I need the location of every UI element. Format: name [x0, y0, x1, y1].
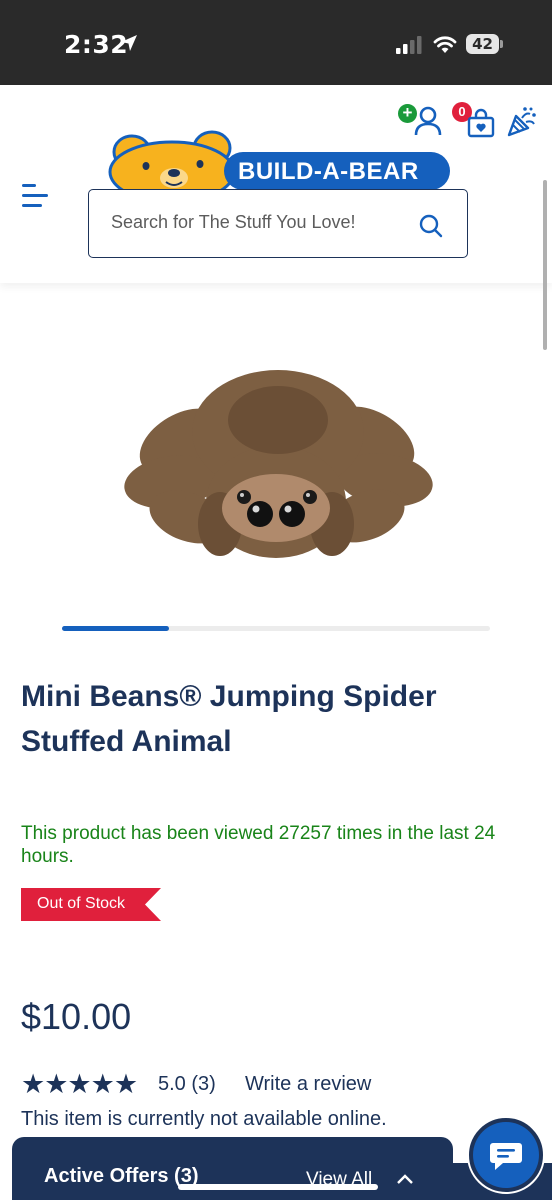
person-icon [414, 106, 442, 136]
menu-icon[interactable] [22, 184, 50, 208]
wifi-icon [433, 36, 457, 53]
location-arrow-icon [121, 35, 137, 51]
bag-icon [467, 108, 495, 138]
page-scrollbar[interactable] [543, 180, 547, 350]
active-offers-bar[interactable]: Active Offers (3) View All [12, 1137, 453, 1200]
availability-notice: This item is currently not available onl… [21, 1108, 387, 1130]
battery-level: 42 [466, 34, 499, 54]
signal-icon [396, 36, 422, 54]
chat-button[interactable] [467, 1116, 545, 1194]
carousel-progress-thumb [62, 626, 169, 631]
rating-summary[interactable]: 5.0 (3) [158, 1073, 216, 1096]
product-price: $10.00 [21, 996, 132, 1037]
rating-stars[interactable]: ★★★★★ [21, 1070, 138, 1098]
rating-row: ★★★★★ 5.0 (3) Write a review [21, 1070, 441, 1098]
search-icon[interactable] [419, 214, 443, 238]
chat-icon [490, 1143, 522, 1170]
write-review-link[interactable]: Write a review [245, 1073, 371, 1096]
home-indicator [178, 1184, 378, 1190]
search-input[interactable] [111, 212, 411, 233]
product-title: Mini Beans® Jumping Spider Stuffed Anima… [21, 680, 437, 758]
brand-logo[interactable]: BUILD-A-BEAR [106, 128, 452, 192]
search-box[interactable] [88, 189, 468, 258]
chevron-up-icon[interactable] [396, 1173, 414, 1185]
active-offers-title[interactable]: Active Offers (3) [44, 1165, 199, 1188]
product-image[interactable] [60, 312, 492, 612]
cart-icon[interactable]: 0 [452, 102, 496, 138]
stock-status-label: Out of Stock [37, 895, 126, 912]
bear-logo-icon [108, 130, 236, 192]
battery-icon: 42 [466, 34, 503, 54]
status-bar: 2:32 42 [0, 0, 552, 85]
carousel-progress-track[interactable] [62, 626, 490, 631]
view-count-notice: This product has been viewed 27257 times… [21, 823, 496, 867]
party-icon[interactable] [506, 106, 538, 138]
brand-name: BUILD-A-BEAR [238, 158, 419, 185]
stock-status-badge: Out of Stock [21, 888, 161, 921]
account-icon[interactable]: + [398, 104, 442, 136]
